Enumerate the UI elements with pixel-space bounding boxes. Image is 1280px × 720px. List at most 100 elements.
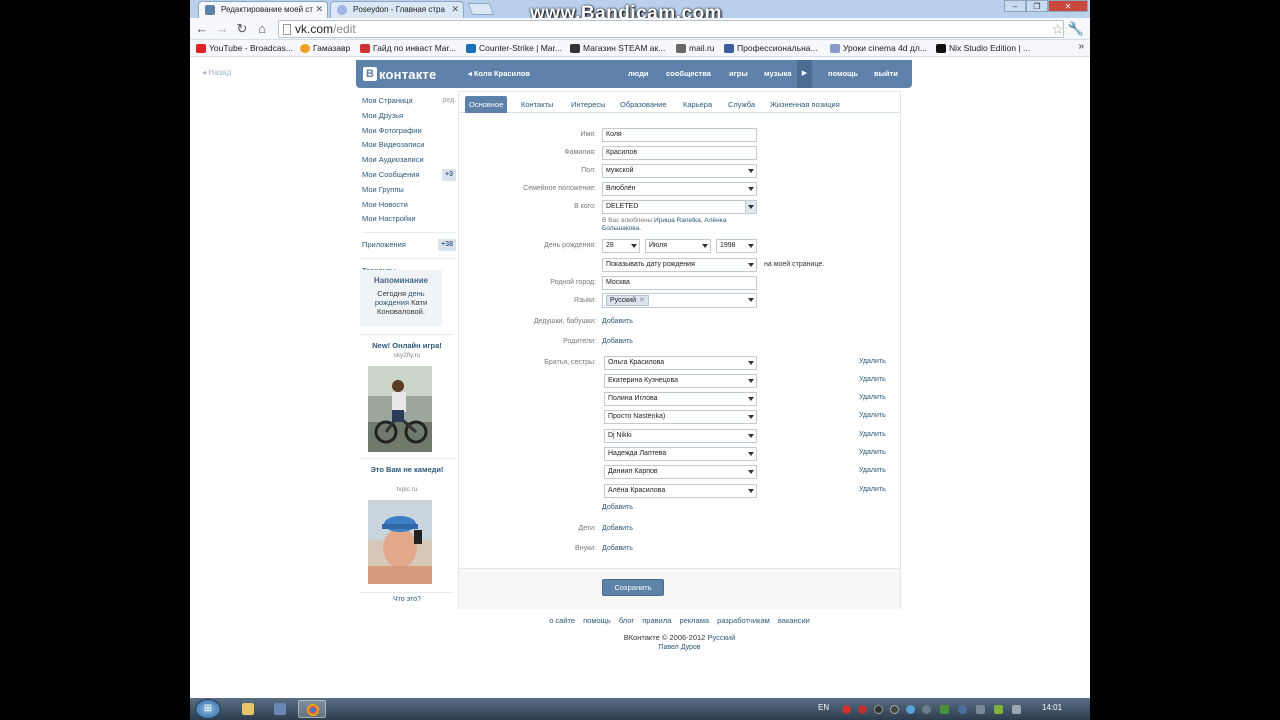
footer-author-link[interactable]: Павел Дуров <box>458 644 901 651</box>
ad-image-game[interactable] <box>368 366 432 452</box>
delete-sibling-link[interactable]: Удалить <box>859 412 886 419</box>
sibling-select[interactable]: Полина Иглова <box>604 392 757 406</box>
bookmark-star-icon[interactable]: ☆ <box>1051 21 1064 37</box>
taskbar-chrome[interactable] <box>298 700 326 718</box>
add-child-link[interactable]: Добавить <box>602 525 633 532</box>
tab-interests[interactable]: Интересы <box>567 96 610 113</box>
nav-music[interactable]: музыка <box>764 69 792 78</box>
ad-image-comedy[interactable] <box>368 500 432 584</box>
menu-item-news[interactable]: Мои Новости <box>362 198 456 213</box>
tray-app-icon[interactable] <box>858 705 867 714</box>
ad-title[interactable]: Это Вам не камеди! <box>360 465 454 474</box>
display-tray-icon[interactable] <box>976 705 985 714</box>
footer-link-blog[interactable]: блог <box>619 616 634 625</box>
sibling-select[interactable]: Надежда Лаптева <box>604 447 757 461</box>
reload-icon[interactable]: ↻ <box>234 21 250 37</box>
bookmark-item[interactable]: Nix Studio Edition | ... <box>934 42 1030 55</box>
edit-link[interactable]: ред. <box>442 94 456 108</box>
footer-link-ads[interactable]: реклама <box>679 616 709 625</box>
sibling-select[interactable]: Даниил Карпов <box>604 465 757 479</box>
nav-communities[interactable]: сообщества <box>666 69 711 78</box>
bookmark-item[interactable]: Уроки cinema 4d дл... <box>828 42 927 55</box>
add-parent-link[interactable]: Добавить <box>602 338 633 345</box>
relationship-select[interactable]: Влюблён <box>602 182 757 196</box>
languages-select[interactable]: Русский ✕ <box>602 293 757 308</box>
menu-item-apps[interactable]: Приложения +38 <box>362 238 456 253</box>
tab-contacts[interactable]: Контакты <box>517 96 557 113</box>
wrench-menu-icon[interactable]: 🔧 <box>1068 21 1084 37</box>
nav-help[interactable]: помощь <box>828 69 858 78</box>
add-grandchild-link[interactable]: Добавить <box>602 545 633 552</box>
tab-life-position[interactable]: Жизненная позиция <box>766 96 844 113</box>
language-link[interactable]: Русский <box>707 633 735 642</box>
back-link[interactable]: ◂ Назад <box>202 68 231 77</box>
sex-select[interactable]: мужской <box>602 164 757 178</box>
tray-app-icon[interactable] <box>958 705 967 714</box>
sibling-select[interactable]: Ольга Красилова <box>604 356 757 370</box>
birthday-year-select[interactable]: 1998 <box>716 239 757 253</box>
delete-sibling-link[interactable]: Удалить <box>859 376 886 383</box>
menu-item-my-page[interactable]: Моя Страница ред. <box>362 94 456 109</box>
ad-what-link[interactable]: Что это? <box>360 596 454 603</box>
bookmarks-more-icon[interactable]: » <box>1078 41 1084 52</box>
menu-item-settings[interactable]: Мои Настройки <box>362 212 456 227</box>
footer-link-jobs[interactable]: вакансии <box>778 616 810 625</box>
birthday-day-select[interactable]: 28 <box>602 239 640 253</box>
in-whom-select[interactable]: DELETED <box>602 200 757 214</box>
start-button[interactable]: ⊞ <box>195 699 221 719</box>
menu-item-friends[interactable]: Мои Друзья <box>362 109 456 124</box>
birthday-month-select[interactable]: Июля <box>645 239 711 253</box>
close-window-icon[interactable]: ✕ <box>1048 0 1088 12</box>
browser-tab-vk[interactable]: Редактирование моей ст ✕ <box>198 1 328 18</box>
add-grandparent-link[interactable]: Добавить <box>602 318 633 325</box>
network-tray-icon[interactable] <box>940 705 949 714</box>
sibling-select[interactable]: Просто Nastёnka) <box>604 410 757 424</box>
menu-item-photos[interactable]: Мои Фотографии <box>362 124 456 139</box>
nav-logout[interactable]: выйти <box>874 69 898 78</box>
record-icon[interactable] <box>842 705 851 714</box>
nav-people[interactable]: люди <box>628 69 648 78</box>
bookmark-item[interactable]: YouTube - Broadcas... <box>194 42 293 55</box>
footer-link-help[interactable]: помощь <box>583 616 611 625</box>
vk-logo[interactable]: В контакте <box>363 66 436 82</box>
ad-title[interactable]: New! Онлайн игра! <box>360 341 454 350</box>
tab-education[interactable]: Образование <box>616 96 671 113</box>
taskbar-explorer[interactable] <box>234 700 262 718</box>
sibling-select[interactable]: Dj Nikki <box>604 429 757 443</box>
address-bar[interactable]: vk.com/edit <box>278 20 1064 38</box>
tray-app-icon[interactable] <box>922 705 931 714</box>
footer-link-rules[interactable]: правила <box>642 616 671 625</box>
header-user-link[interactable]: ◂ Коля Красилов <box>468 69 530 78</box>
home-icon[interactable]: ⌂ <box>254 21 270 37</box>
footer-link-developers[interactable]: разработчикам <box>717 616 770 625</box>
birthday-visibility-select[interactable]: Показывать дату рождения <box>602 258 757 272</box>
footer-link-about[interactable]: о сайте <box>549 616 575 625</box>
menu-item-messages[interactable]: Мои Сообщения +3 <box>362 168 456 183</box>
menu-item-groups[interactable]: Мои Группы <box>362 183 456 198</box>
tray-app-icon[interactable] <box>994 705 1003 714</box>
menu-item-videos[interactable]: Мои Видеозаписи <box>362 138 456 153</box>
sibling-select[interactable]: Екатерина Кузнецова <box>604 374 757 388</box>
delete-sibling-link[interactable]: Удалить <box>859 467 886 474</box>
dropdown-button[interactable] <box>745 201 756 213</box>
close-tab-icon[interactable]: ✕ <box>451 4 459 15</box>
sibling-select[interactable]: Алёна Красилова <box>604 484 757 498</box>
back-arrow-icon[interactable]: ← <box>194 21 210 37</box>
bookmark-item[interactable]: Counter-Strike | Mar... <box>464 42 562 55</box>
browser-tab-poseydon[interactable]: Poseydon - Главная стра ✕ <box>330 1 464 18</box>
last-name-input[interactable]: Красилов <box>602 146 757 160</box>
hometown-input[interactable]: Москва <box>602 276 757 290</box>
new-tab-button[interactable] <box>467 3 495 15</box>
delete-sibling-link[interactable]: Удалить <box>859 358 886 365</box>
bookmark-item[interactable]: Профессиональна... <box>722 42 818 55</box>
nav-games[interactable]: игры <box>729 69 748 78</box>
taskbar-clock[interactable]: 14:01 <box>1042 703 1062 712</box>
minimize-icon[interactable]: – <box>1004 0 1026 12</box>
bookmark-item[interactable]: Магазин STEAM ак... <box>568 42 665 55</box>
bookmark-item[interactable]: Гамазавр <box>298 42 350 55</box>
first-name-input[interactable]: Коля <box>602 128 757 142</box>
menu-item-audio[interactable]: Мои Аудиозаписи <box>362 153 456 168</box>
volume-icon[interactable] <box>1012 705 1021 714</box>
music-play-icon[interactable]: ▶ <box>797 60 812 88</box>
delete-sibling-link[interactable]: Удалить <box>859 486 886 493</box>
